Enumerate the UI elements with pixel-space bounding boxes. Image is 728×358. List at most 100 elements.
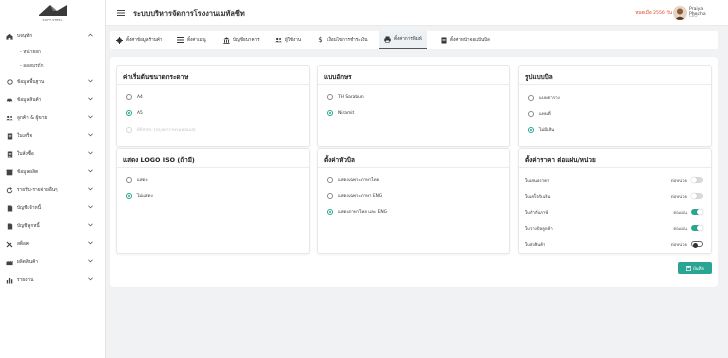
user-role: CEO: [689, 13, 698, 18]
tab-print-settings[interactable]: ตั้งค่าการพิมพ์: [379, 31, 427, 49]
factory-icon: [6, 259, 13, 266]
sidebar-subitem-account[interactable]: - ออสมรถัก: [0, 59, 105, 73]
hamburger-menu-icon[interactable]: [117, 10, 125, 18]
price-row-label: ใบเสนอราคา: [525, 178, 550, 184]
option-label: แสดงภาษาไทย และ ENG: [338, 210, 388, 215]
tab-bank-accounts[interactable]: บัญชีธนาคาร: [223, 31, 260, 49]
option-label: แบบตาราง: [539, 96, 560, 101]
price-row-label: ใบกำกับภาษี: [525, 210, 549, 216]
sidebar-item-label: ใบสั่งซื้อ: [17, 152, 34, 157]
sidebar-item-label: สต็อค: [17, 242, 30, 247]
tab-menu-settings[interactable]: ตั้งค่าเมนู: [177, 31, 206, 49]
sidebar-item-purchase-order[interactable]: ใบสั่งซื้อ: [0, 145, 105, 163]
sidebar-item-stock[interactable]: สต็อค: [0, 235, 105, 253]
bill-format-option-replace[interactable]: แทนที่: [528, 110, 551, 117]
sidebar-item-label: รายงาน: [17, 278, 34, 283]
sidebar-item-label: - ออสมรถัก: [20, 64, 44, 69]
tab-label: ตั้งค่าข้อมูลร้านค้า: [126, 37, 163, 43]
tab-bill-screen-settings[interactable]: ตั้งค่าหน้าจอแป้นบิล: [440, 31, 490, 49]
tab-label: เงื่อนไขการชำระเงิน: [327, 37, 368, 43]
toggle-switch[interactable]: [691, 241, 703, 248]
sidebar-item-receivables[interactable]: บัญชีลูกหนี้: [0, 217, 105, 235]
sidebar-item-basic-data[interactable]: ข้อมูลพื้นฐาน: [0, 73, 105, 91]
sidebar: SOFT STEEL บจนุทัก - หน่ายยก - ออสมรถัก …: [0, 0, 106, 358]
radio-button-selected[interactable]: [327, 110, 333, 116]
radio-button[interactable]: [126, 94, 132, 100]
sidebar-item-other-income[interactable]: รายรับ-รายจ่ายอื่นๆ: [0, 181, 105, 199]
bar-chart-icon: [6, 277, 13, 284]
bill-format-option-no-lines[interactable]: ไม่มีเส้น: [528, 126, 554, 133]
radio-button[interactable]: [327, 176, 333, 183]
users-icon: [275, 37, 282, 44]
option-label: แทนที่: [539, 112, 551, 117]
radio-button-selected[interactable]: [528, 126, 534, 133]
font-option-th-sarabun[interactable]: TH Sarabun: [327, 94, 364, 100]
radio-button-selected[interactable]: [126, 192, 132, 199]
sidebar-item-manufacturing[interactable]: ผลิตสินค้า: [0, 253, 105, 271]
factory-roof-logo-icon: [38, 5, 67, 16]
toggle-switch[interactable]: [691, 177, 703, 183]
option-label: A4: [137, 94, 143, 100]
tab-label: ตั้งค่าการพิมพ์: [394, 37, 422, 42]
toggle-switch[interactable]: [691, 193, 703, 199]
sidebar-subitem-branch[interactable]: - หน่ายยก: [0, 45, 105, 59]
logo-option-hide[interactable]: ไม่แสดง: [126, 192, 153, 199]
sidebar-item-payables[interactable]: บัญชีเจ้าหนี้: [0, 199, 105, 217]
gear-icon: [116, 36, 123, 44]
dollar-icon: $: [318, 36, 323, 44]
toggle-switch-on[interactable]: [691, 225, 703, 231]
tab-shop-settings[interactable]: ตั้งค่าข้อมูลร้านค้า: [116, 31, 162, 49]
receipt-icon: [6, 133, 13, 140]
header-option-eng[interactable]: แสดงเฉพาะภาษา ENG: [327, 192, 382, 199]
price-row-value: ต่อหน่วย: [670, 242, 687, 248]
radio-button[interactable]: [126, 176, 132, 183]
radio-button-selected[interactable]: [327, 208, 333, 215]
sidebar-item-label: ผลิตสินค้า: [17, 260, 38, 265]
sidebar-item-label: ข้อมูลสินค้า: [17, 98, 42, 103]
tab-users[interactable]: ผู้ใช้งาน: [275, 31, 301, 49]
tab-label: ตั้งค่าหน้าจอแป้นบิล: [450, 37, 490, 43]
price-row-quotation: ใบเสนอราคา ต่อหน่วย: [525, 175, 703, 185]
brand-logo[interactable]: SOFT STEEL: [0, 0, 105, 25]
price-row-value: ต่อแผ่น: [673, 210, 687, 216]
chevron-down-icon: [88, 187, 93, 193]
chevron-down-icon: [88, 223, 93, 229]
option-label: 80mm. (ปรุงพาราทรมหลมเล): [137, 128, 196, 133]
price-row-label: ใบส่งสินค้า: [525, 242, 546, 248]
radio-button[interactable]: [528, 94, 534, 101]
font-option-niramit[interactable]: Niramit: [327, 110, 354, 116]
sidebar-item-receipt[interactable]: ใบเสร็จ: [0, 127, 105, 145]
paper-size-card: ค่าเริ่มต้นขนาดกระดาษ A4 A5 80mm. (ปรุงพ…: [116, 65, 310, 147]
option-label: A5: [137, 110, 143, 116]
avatar[interactable]: [673, 6, 687, 20]
card-title: ตั้งค่าหัวบิล: [324, 156, 355, 164]
tab-label: ผู้ใช้งาน: [285, 37, 302, 43]
paper-option-a5[interactable]: A5: [126, 110, 143, 116]
sidebar-item-reports[interactable]: รายงาน: [0, 271, 105, 289]
page-title: ระบบบริหารจัดการโรงงานเมทัลชีท: [133, 9, 245, 18]
radio-button[interactable]: [528, 110, 534, 117]
radio-button-selected[interactable]: [126, 110, 132, 116]
price-row-value: ต่อหน่วย: [670, 194, 687, 200]
sidebar-item-company[interactable]: บจนุทัก: [0, 27, 105, 45]
option-label: ไม่มีเส้น: [539, 128, 555, 133]
sidebar-item-products[interactable]: ข้อมูลสินค้า: [0, 91, 105, 109]
save-button-label: บันทึก: [692, 266, 705, 272]
bill-format-option-table[interactable]: แบบตาราง: [528, 94, 560, 101]
sidebar-item-production-data[interactable]: ข้อมูลผลิต: [0, 163, 105, 181]
price-row-label: ใบเสร็จรับเงิน: [525, 194, 551, 200]
sidebar-item-customers[interactable]: ลูกค้า & ผู้ขาย: [0, 109, 105, 127]
sidebar-item-label: - หน่ายยก: [20, 50, 41, 55]
paper-option-a4[interactable]: A4: [126, 94, 143, 100]
tab-payment-terms[interactable]: $ เงื่อนไขการชำระเงิน: [317, 31, 368, 49]
radio-button[interactable]: [327, 94, 333, 100]
radio-button[interactable]: [327, 192, 333, 199]
header-option-thai-eng[interactable]: แสดงภาษาไทย และ ENG: [327, 208, 387, 215]
chevron-down-icon: [88, 79, 93, 85]
logo-option-show[interactable]: แสดง: [126, 176, 148, 183]
toggle-switch-on[interactable]: [691, 209, 703, 215]
chevron-up-icon: [88, 33, 93, 39]
header-option-thai[interactable]: แสดงเฉพาะภาษาไทย: [327, 176, 379, 183]
save-button[interactable]: บันทึก: [678, 262, 712, 274]
car-icon: [6, 97, 13, 104]
